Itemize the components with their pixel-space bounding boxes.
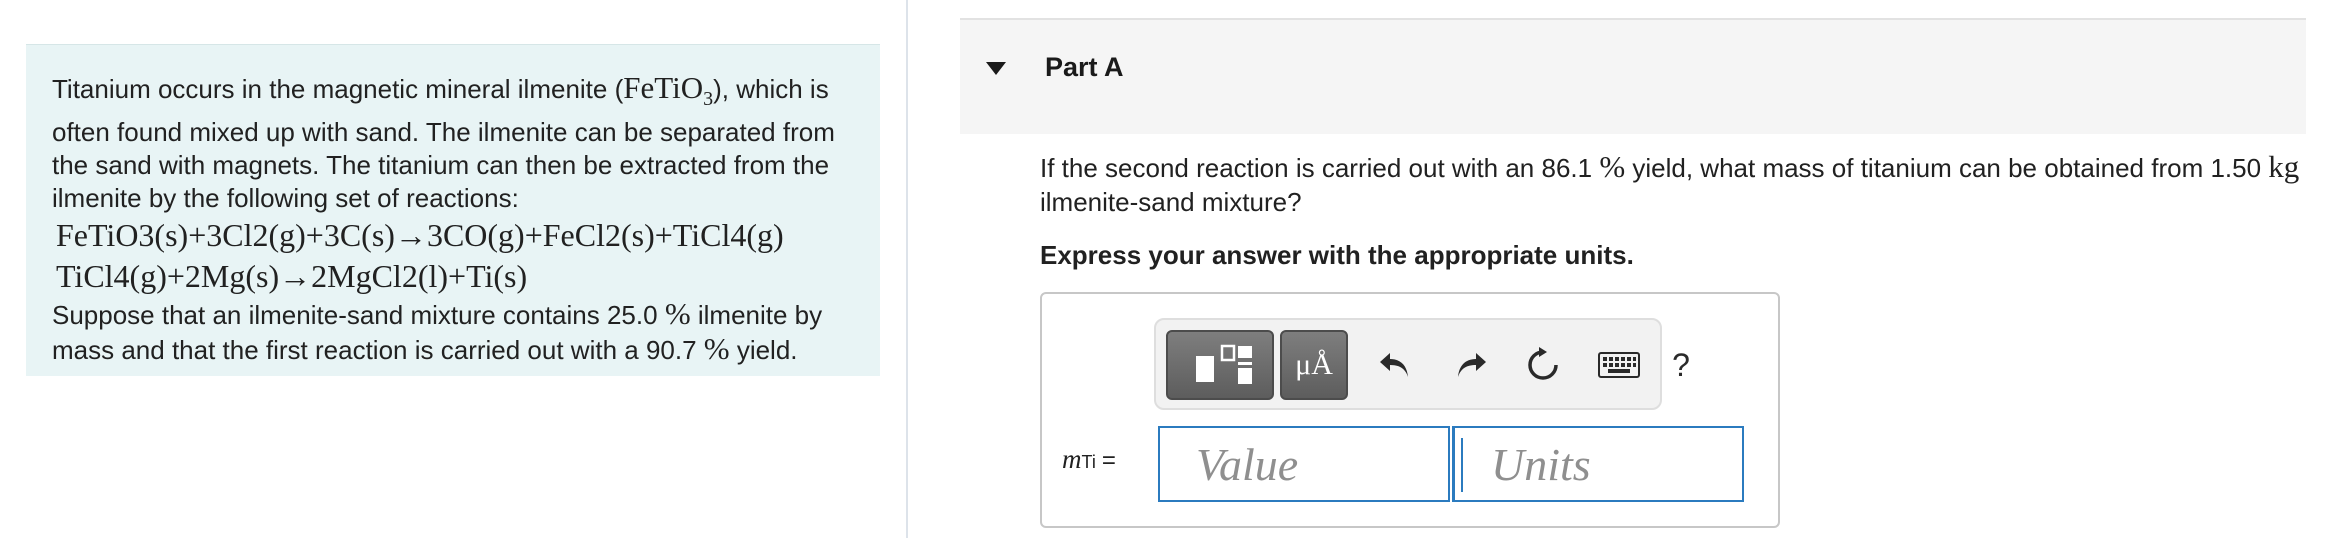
part-title: Part A xyxy=(1045,52,1124,82)
units-symbol-label: μÅ xyxy=(1295,348,1333,381)
intro-text: Titanium occurs in the magnetic mineral … xyxy=(52,74,624,104)
template-icon xyxy=(1196,344,1252,384)
part-header[interactable]: Part A xyxy=(960,18,2306,134)
unit-kg: kg xyxy=(2268,149,2300,184)
ilmenite-formula: FeTiO3 xyxy=(623,70,714,111)
pane-divider xyxy=(906,0,908,538)
undo-button[interactable] xyxy=(1370,340,1420,390)
answer-variable-label: mTi = xyxy=(1062,444,1116,474)
units-symbol-button[interactable]: μÅ xyxy=(1280,330,1348,400)
value-placeholder: Value xyxy=(1196,439,1299,490)
problem-statement: Titanium occurs in the magnetic mineral … xyxy=(26,44,880,376)
help-button[interactable]: ? xyxy=(1656,340,1706,390)
redo-button[interactable] xyxy=(1446,340,1496,390)
keyboard-button[interactable] xyxy=(1594,340,1644,390)
value-input[interactable]: Value xyxy=(1158,426,1450,502)
question-text: If the second reaction is carried out wi… xyxy=(1040,149,2300,218)
reaction-1: FeTiO3(s)+3Cl2(g)+3C(s)→3CO(g)+FeCl2(s)+… xyxy=(56,217,784,254)
math-toolbar: μÅ ? xyxy=(1154,318,1690,410)
answer-instruction: Express your answer with the appropriate… xyxy=(1040,240,1634,270)
keyboard-icon xyxy=(1598,352,1640,378)
reaction-2: TiCl4(g)+2Mg(s)→2MgCl2(l)+Ti(s) xyxy=(56,258,528,295)
units-placeholder: Units xyxy=(1491,439,1591,490)
percent-symbol: % xyxy=(1599,149,1626,184)
redo-icon xyxy=(1458,353,1486,377)
help-icon: ? xyxy=(1672,346,1690,383)
reset-icon xyxy=(1528,347,1558,380)
problem-suppose: Suppose that an ilmenite-sand mixture co… xyxy=(52,296,823,367)
reset-button[interactable] xyxy=(1518,340,1568,390)
problem-intro: Titanium occurs in the magnetic mineral … xyxy=(52,71,854,215)
answer-box: μÅ ? mTi = Value Units xyxy=(1040,292,1780,528)
template-button[interactable] xyxy=(1166,330,1274,400)
units-input[interactable]: Units xyxy=(1452,426,1744,502)
percent-symbol: % xyxy=(703,331,730,367)
text-cursor xyxy=(1461,438,1463,492)
undo-icon xyxy=(1380,353,1408,377)
collapse-chevron-icon[interactable] xyxy=(986,62,1006,75)
percent-symbol: % xyxy=(664,296,691,332)
